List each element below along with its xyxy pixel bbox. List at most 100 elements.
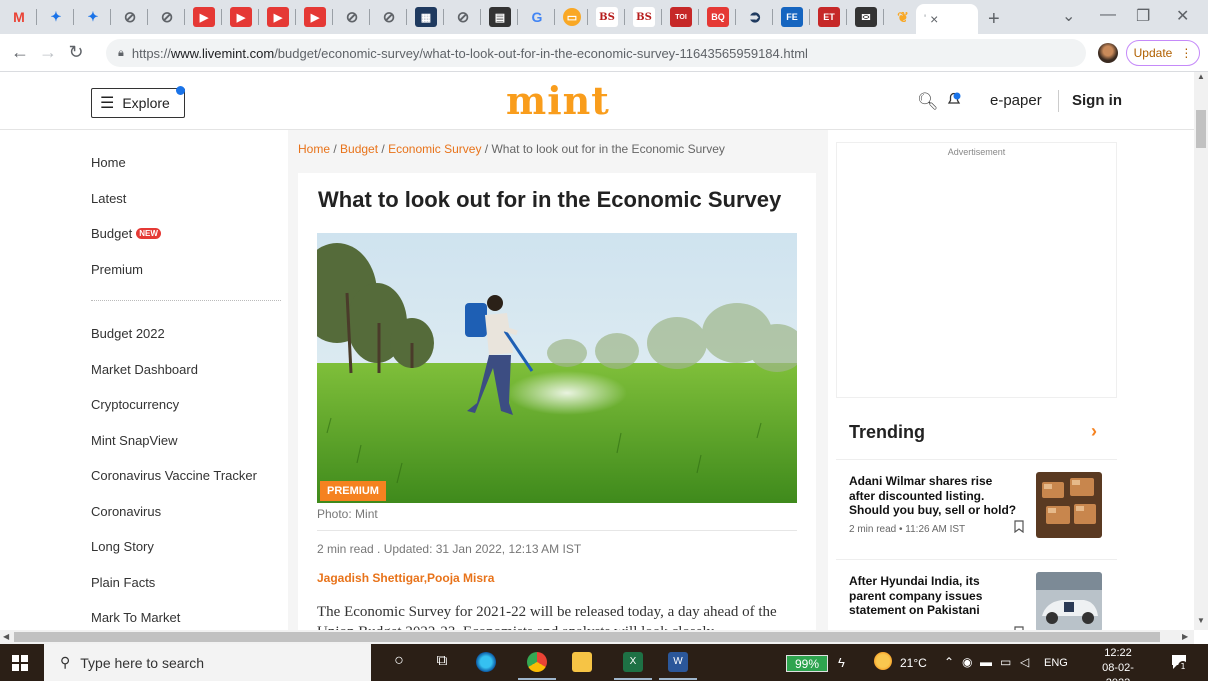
task-view-icon[interactable]: ⧉ — [432, 652, 452, 672]
weather-sun-icon[interactable] — [874, 652, 892, 670]
nav-item-market-dashboard[interactable]: Market Dashboard — [91, 352, 281, 388]
nav-item-long-story[interactable]: Long Story — [91, 529, 281, 565]
youtube-tab-icon[interactable]: ▶ — [230, 7, 252, 27]
notification-center-icon[interactable]: 1 — [1170, 653, 1188, 671]
colorful-tab-icon[interactable]: ❦ — [892, 7, 914, 27]
et-tab-icon[interactable]: ET — [818, 7, 840, 27]
tray-chevron-icon[interactable]: ⌃ — [944, 655, 954, 669]
scroll-up-arrow-icon[interactable]: ▲ — [1197, 72, 1205, 81]
breadcrumb-home[interactable]: Home — [298, 142, 330, 156]
trending-item[interactable]: Adani Wilmar shares rise after discounte… — [836, 459, 1117, 543]
edge-icon[interactable] — [476, 652, 496, 672]
horizontal-scrollbar[interactable]: ◀ ▶ — [0, 630, 1194, 644]
taskbar-search-placeholder: Type here to search — [80, 654, 205, 671]
nav-item-budget[interactable]: Budget NEW — [91, 216, 281, 252]
globe-tab-icon[interactable]: ⊘ — [119, 7, 141, 27]
google-tab-icon[interactable]: G — [526, 7, 548, 27]
display-icon[interactable]: ▭ — [1000, 655, 1011, 669]
blue-logo-tab-icon[interactable]: ✦ — [82, 7, 104, 27]
advertisement-slot[interactable]: Advertisement — [836, 142, 1117, 398]
youtube-tab-icon[interactable]: ▶ — [267, 7, 289, 27]
breadcrumb: Home / Budget / Economic Survey / What t… — [298, 142, 725, 156]
trending-chevron-icon[interactable]: › — [1091, 421, 1097, 442]
search-icon[interactable]: 🔍︎ — [917, 92, 939, 112]
scroll-right-arrow-icon[interactable]: ▶ — [1182, 632, 1188, 641]
nav-item-coronavirus[interactable]: Coronavirus — [91, 494, 281, 530]
article-authors[interactable]: Jagadish Shettigar,Pooja Misra — [317, 571, 494, 585]
fe-tab-icon[interactable]: FE — [781, 7, 803, 27]
nav-item-plain-facts[interactable]: Plain Facts — [91, 565, 281, 601]
youtube-tab-icon[interactable]: ▶ — [193, 7, 215, 27]
nav-item-home[interactable]: Home — [91, 145, 281, 181]
battery-indicator[interactable]: 99% — [786, 655, 828, 672]
nav-item-premium[interactable]: Premium — [91, 252, 281, 288]
nav-item-vaccine-tracker[interactable]: Coronavirus Vaccine Tracker — [91, 458, 281, 494]
file-explorer-icon[interactable] — [572, 652, 592, 672]
back-icon[interactable]: ← — [6, 42, 34, 63]
windows-start-icon[interactable] — [12, 655, 28, 671]
nav-item-budget-2022[interactable]: Budget 2022 — [91, 316, 281, 352]
address-bar[interactable]: 🔒︎ https://www.livemint.com/budget/econo… — [106, 39, 1086, 67]
globe-tab-icon[interactable]: ⊘ — [341, 7, 363, 27]
scroll-down-arrow-icon[interactable]: ▼ — [1197, 616, 1205, 625]
network-icon[interactable]: ▬ — [980, 655, 992, 669]
active-tab[interactable]: ' × — [916, 4, 978, 34]
tab-search-icon[interactable]: ⌄ — [1062, 6, 1075, 26]
weather-temperature[interactable]: 21°C — [900, 656, 927, 670]
volume-icon[interactable]: ◁ — [1020, 655, 1029, 669]
excel-icon[interactable]: X — [623, 652, 643, 672]
bookmark-icon[interactable] — [1014, 520, 1024, 533]
sign-in-link[interactable]: Sign in — [1072, 92, 1122, 109]
forward-icon[interactable]: → — [34, 42, 62, 63]
trending-headline[interactable]: After Hyundai India, its parent company … — [849, 574, 1019, 618]
vertical-scrollbar[interactable]: ▲ ▼ — [1194, 72, 1208, 630]
mail-tab-icon[interactable]: ✉ — [855, 7, 877, 27]
bs-tab-icon[interactable]: BS — [596, 7, 618, 27]
news-tab-icon[interactable]: ▦ — [415, 7, 437, 27]
blue-logo-tab-icon[interactable]: ✦ — [45, 7, 67, 27]
nav-item-latest[interactable]: Latest — [91, 181, 281, 217]
hero-image-farmer-spraying — [317, 233, 797, 503]
horizontal-scroll-thumb[interactable] — [14, 632, 1160, 642]
close-tab-icon[interactable]: × — [930, 11, 938, 27]
more-menu-icon[interactable]: ⋮ — [1180, 46, 1192, 60]
system-clock[interactable]: 12:22 08-02-2022 — [1092, 646, 1144, 691]
globe-tab-icon[interactable]: ⊘ — [156, 7, 178, 27]
globe-tab-icon[interactable]: ⊘ — [452, 7, 474, 27]
left-navigation: Home Latest Budget NEW Premium Budget 202… — [91, 130, 281, 636]
language-indicator[interactable]: ENG — [1044, 657, 1068, 669]
reload-icon[interactable]: ↻ — [62, 42, 90, 63]
bs-tab-icon[interactable]: BS — [633, 7, 655, 27]
close-window-icon[interactable]: ✕ — [1176, 6, 1189, 26]
youtube-tab-icon[interactable]: ▶ — [304, 7, 326, 27]
nav-item-cryptocurrency[interactable]: Cryptocurrency — [91, 387, 281, 423]
new-tab-button[interactable]: + — [988, 8, 1000, 31]
minimize-icon[interactable]: — — [1100, 6, 1116, 24]
cortana-icon[interactable]: ○ — [389, 652, 409, 672]
breadcrumb-budget[interactable]: Budget — [340, 142, 378, 156]
epaper-link[interactable]: e-paper — [990, 92, 1042, 109]
scroll-left-arrow-icon[interactable]: ◀ — [3, 632, 9, 641]
swirl-tab-icon[interactable]: ➲ — [744, 7, 766, 27]
word-icon[interactable]: W — [668, 652, 688, 672]
gmail-tab-icon[interactable]: M — [8, 7, 30, 27]
charging-icon: ϟ — [838, 655, 845, 670]
mint-logo[interactable]: mint — [506, 78, 610, 123]
restore-icon[interactable]: ❐ — [1136, 6, 1150, 26]
explore-button[interactable]: ☰ Explore — [91, 88, 185, 118]
profile-avatar[interactable] — [1098, 43, 1118, 63]
meet-now-icon[interactable]: ◉ — [962, 655, 972, 669]
vertical-scroll-thumb[interactable] — [1196, 110, 1206, 148]
globe-tab-icon[interactable]: ⊘ — [378, 7, 400, 27]
chrome-icon[interactable] — [527, 652, 547, 672]
orange-tab-icon[interactable]: ▭ — [563, 8, 581, 26]
toi-tab-icon[interactable]: TOI — [670, 7, 692, 27]
bq-tab-icon[interactable]: BQ — [707, 7, 729, 27]
breadcrumb-economic-survey[interactable]: Economic Survey — [388, 142, 481, 156]
notification-bell-icon[interactable] — [946, 91, 962, 107]
trending-headline[interactable]: Adani Wilmar shares rise after discounte… — [849, 474, 1019, 518]
news-tab-icon[interactable]: ▤ — [489, 7, 511, 27]
update-button[interactable]: Update ⋮ — [1126, 40, 1200, 66]
taskbar-search-box[interactable]: ⚲ Type here to search — [44, 644, 371, 681]
nav-item-mint-snapview[interactable]: Mint SnapView — [91, 423, 281, 459]
